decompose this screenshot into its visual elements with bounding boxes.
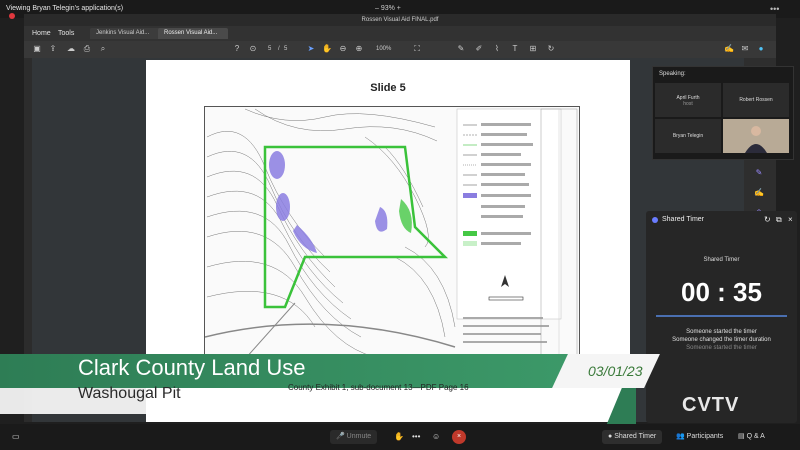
zoom-level: 93%: [380, 5, 395, 12]
mail-icon[interactable]: ✉: [740, 44, 750, 54]
participant-tile[interactable]: Robert Rossen: [723, 83, 789, 117]
leave-icon[interactable]: ×: [452, 430, 466, 444]
refresh-icon[interactable]: ↻: [764, 211, 771, 229]
page-total: 5: [284, 46, 288, 52]
participant-video[interactable]: [723, 119, 789, 153]
upload-icon[interactable]: ⇪: [48, 44, 58, 54]
timer-title: Shared Timer: [662, 216, 705, 223]
profile-icon[interactable]: ●: [756, 44, 766, 54]
participant-name: Robert Rossen: [739, 97, 773, 103]
tab-rossen[interactable]: Rossen Visual Aid...: [158, 28, 228, 39]
participant-name: April Furth: [676, 95, 700, 101]
draw-icon[interactable]: ⌇: [492, 44, 502, 54]
fit-icon[interactable]: ⛶: [412, 44, 422, 54]
shared-timer-panel: Shared Timer ↻ ⧉ × Shared Timer 00 : 35 …: [646, 211, 797, 423]
more-options-icon[interactable]: •••: [412, 430, 420, 444]
page-up-icon[interactable]: ⊙: [248, 44, 258, 54]
zoom-bottom-toolbar: ▭ 🎤 Unmute ✋ ••• ☺ × ● Shared Timer 👥 Pa…: [0, 424, 800, 450]
menu-tools[interactable]: Tools: [58, 26, 74, 41]
highlight-icon[interactable]: ✐: [474, 44, 484, 54]
timer-value: 00 : 35: [681, 277, 762, 307]
cursor-icon[interactable]: ➤: [306, 44, 316, 54]
qa-label: Q & A: [746, 433, 765, 440]
cloud-icon[interactable]: ☁: [66, 44, 76, 54]
unmute-label: Unmute: [346, 433, 372, 440]
site-map-drawing: [204, 106, 580, 360]
text-icon[interactable]: T: [510, 44, 520, 54]
speaker-video-icon: [723, 119, 789, 153]
timer-message: Someone started the timer: [686, 345, 757, 351]
page-current[interactable]: 5: [268, 44, 271, 54]
shared-timer-label: Shared Timer: [614, 433, 657, 440]
speaking-panel: Speaking: April Furth host Robert Rossen…: [652, 66, 794, 160]
participant-tile[interactable]: Bryan Telegin: [655, 119, 721, 153]
shared-timer-button[interactable]: ● Shared Timer: [602, 430, 663, 444]
tool-sign-icon[interactable]: ✍: [754, 188, 764, 198]
participants-label: Participants: [686, 433, 724, 440]
save-icon[interactable]: ▣: [32, 44, 42, 54]
menu-bar: Home Tools Jenkins Visual Aid... Rossen …: [24, 26, 776, 41]
sign-icon[interactable]: ✍: [724, 44, 734, 54]
lower-third-title: Clark County Land Use: [78, 355, 306, 380]
participant-name: Bryan Telegin: [672, 133, 704, 139]
participants-button[interactable]: 👥 Participants: [676, 430, 723, 444]
recording-icon: [9, 13, 15, 19]
lower-third-subtitle: Washougal Pit: [78, 385, 181, 402]
print-icon[interactable]: ⎙: [82, 44, 92, 54]
participant-role: host: [683, 101, 693, 107]
zoom-out-icon[interactable]: ⊖: [338, 44, 348, 54]
rotate-icon[interactable]: ↻: [546, 44, 556, 54]
unmute-button[interactable]: 🎤 Unmute: [330, 430, 378, 444]
pdf-window-title: Rossen Visual Aid FINAL.pdf: [24, 14, 776, 26]
cvtv-logo: CVTV: [682, 394, 740, 416]
timer-message: Someone started the timer: [686, 329, 757, 335]
caption-icon[interactable]: ▭: [12, 430, 20, 444]
site-map-image: [204, 108, 578, 360]
timer-progress: [656, 315, 787, 317]
zoom-in-icon[interactable]: ⊕: [354, 44, 364, 54]
close-icon[interactable]: ×: [788, 211, 793, 229]
page-separator: /: [278, 46, 280, 52]
broadcast-date: 03/01/23: [588, 363, 643, 379]
popout-icon[interactable]: ⧉: [776, 211, 782, 229]
tool-edit-icon[interactable]: ✎: [754, 168, 764, 178]
pdf-zoom-level[interactable]: 100%: [376, 44, 391, 54]
hand-icon[interactable]: ✋: [322, 44, 332, 54]
participant-tile[interactable]: April Furth host: [655, 83, 721, 117]
speaking-header: Speaking:: [659, 71, 686, 77]
menu-home[interactable]: Home: [32, 26, 51, 41]
tab-jenkins[interactable]: Jenkins Visual Aid...: [90, 28, 160, 39]
pdf-toolbar: ▣ ⇪ ☁ ⎙ ⌕ ? ⊙ 5 / 5 ➤ ✋ ⊖ ⊕ 100% ⛶ ✎ ✐ ⌇…: [24, 41, 776, 58]
comment-icon[interactable]: ✎: [456, 44, 466, 54]
hand-raise-icon[interactable]: ✋: [394, 430, 404, 444]
timer-app-icon: [652, 217, 658, 223]
slide-title: Slide 5: [370, 82, 406, 94]
help-icon[interactable]: ?: [232, 44, 242, 54]
search-icon[interactable]: ⌕: [98, 44, 108, 54]
exhibit-caption: County Exhibit 1, sub-document 13—PDF Pa…: [288, 383, 469, 392]
timer-header: Shared Timer ↻ ⧉ ×: [646, 211, 797, 229]
reactions-icon[interactable]: ☺: [432, 430, 440, 444]
timer-message: Someone changed the timer duration: [672, 337, 771, 343]
stamp-icon[interactable]: ⊞: [528, 44, 538, 54]
timer-label: Shared Timer: [703, 257, 740, 263]
qa-button[interactable]: ▤ Q & A: [738, 430, 765, 444]
